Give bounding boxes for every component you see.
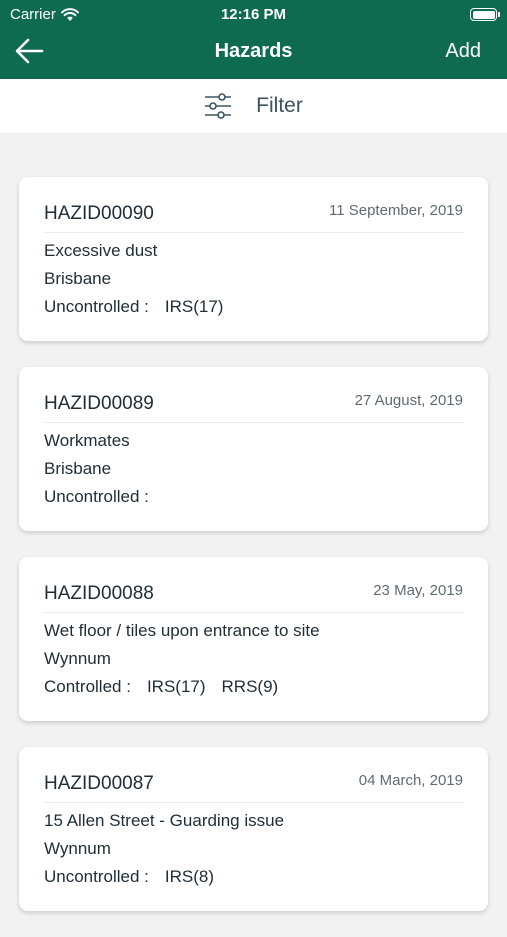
sliders-icon (205, 93, 232, 119)
hazard-status: Uncontrolled : (44, 867, 149, 886)
hazard-date: 04 March, 2019 (358, 772, 463, 789)
add-hazard-button[interactable]: Add (445, 40, 481, 63)
hazard-status-row: Uncontrolled : (44, 487, 149, 507)
hazard-location: Brisbane (44, 459, 112, 478)
battery-icon (470, 8, 500, 21)
hazard-id: HAZID00090 (44, 203, 154, 224)
risk-score: IRS(17) (146, 677, 206, 696)
hazard-status-row: Controlled : IRS(17) RRS(9) (44, 677, 278, 697)
hazard-location: Brisbane (44, 269, 112, 288)
risk-score: IRS(8) (164, 867, 215, 886)
hazard-id: HAZID00087 (44, 773, 154, 794)
hazard-date: 23 May, 2019 (373, 582, 463, 599)
hazard-title: 15 Allen Street - Guarding issue (44, 811, 285, 830)
back-button[interactable] (14, 37, 46, 65)
hazard-title: Wet floor / tiles upon entrance to site (44, 621, 320, 640)
filter-label: Filter (256, 94, 303, 117)
hazard-card[interactable]: HAZID00087 04 March, 2019 15 Allen Stree… (19, 747, 488, 911)
filter-button[interactable]: Filter (204, 93, 303, 119)
hazard-status: Uncontrolled : (44, 487, 149, 506)
hazard-list: HAZID00090 11 September, 2019 Excessive … (19, 177, 488, 937)
divider (44, 422, 463, 423)
hazard-title: Excessive dust (44, 241, 158, 260)
hazard-location: Wynnum (44, 839, 111, 858)
hazard-card[interactable]: HAZID00088 23 May, 2019 Wet floor / tile… (19, 557, 488, 721)
risk-score: IRS(17) (164, 297, 224, 316)
page-title: Hazards (214, 40, 293, 62)
risk-score: RRS(9) (221, 677, 279, 696)
status-bar: Carrier 12:16 PM (0, 0, 507, 28)
divider (44, 612, 463, 613)
hazard-date: 27 August, 2019 (354, 392, 463, 409)
filter-bar: Filter (0, 79, 507, 133)
hazard-status: Controlled : (44, 677, 131, 696)
hazard-id: HAZID00089 (44, 393, 154, 414)
hazard-card[interactable]: HAZID00090 11 September, 2019 Excessive … (19, 177, 488, 341)
hazard-status: Uncontrolled : (44, 297, 149, 316)
hazard-status-row: Uncontrolled : IRS(17) (44, 297, 223, 317)
hazard-date: 11 September, 2019 (329, 202, 463, 219)
divider (44, 802, 463, 803)
divider (44, 232, 463, 233)
back-arrow-icon (15, 38, 44, 64)
status-time: 12:16 PM (220, 6, 287, 23)
hazard-status-row: Uncontrolled : IRS(8) (44, 867, 214, 887)
hazard-location: Wynnum (44, 649, 111, 668)
hazard-title: Workmates (44, 431, 130, 450)
hazard-id: HAZID00088 (44, 583, 154, 604)
navigation-bar: Hazards Add (0, 28, 507, 79)
app-header: Carrier 12:16 PM Hazards Add (0, 0, 507, 79)
hazard-card[interactable]: HAZID00089 27 August, 2019 Workmates Bri… (19, 367, 488, 531)
